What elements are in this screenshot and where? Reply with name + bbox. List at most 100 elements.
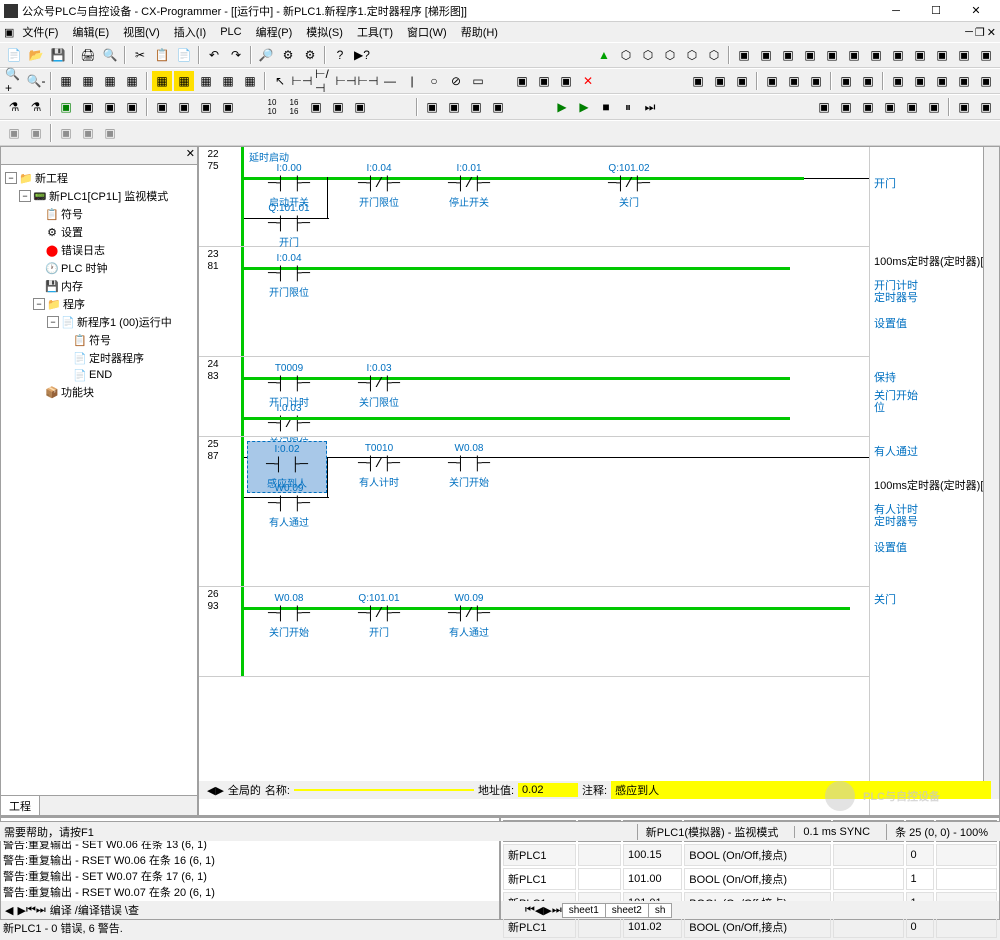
mdi-restore-icon[interactable]: ❐	[975, 26, 985, 39]
tree-funcblock[interactable]: 功能块	[61, 384, 94, 400]
tool-button[interactable]: ▣	[924, 97, 944, 117]
context-help-button[interactable]: ▶?	[352, 45, 372, 65]
tool-button[interactable]: ▦	[56, 71, 76, 91]
tree-memory[interactable]: 内存	[61, 278, 83, 294]
rung-25[interactable]: 25 87 I:0.02─┤ ├─感应到人 T0010─┤/├─有人计时 W0.…	[199, 437, 983, 587]
project-tree[interactable]: −📁新工程 −📟新PLC1[CP1L] 监视模式 📋符号 ⚙设置 ⬤错误日志 🕐…	[1, 165, 197, 795]
tool-button[interactable]: ⊢⊣	[336, 71, 356, 91]
tool-button[interactable]: ▣	[910, 71, 930, 91]
tool-button[interactable]: 1010	[262, 97, 282, 117]
contact-no-button[interactable]: ⊢⊣	[292, 71, 312, 91]
tool-button[interactable]: ▣	[866, 45, 886, 65]
tree-toggle[interactable]: −	[5, 172, 17, 184]
tool-button[interactable]: ▣	[976, 97, 996, 117]
tool-button[interactable]: ▣	[710, 71, 730, 91]
tool-button[interactable]: ▣	[814, 97, 834, 117]
close-button[interactable]: ✕	[956, 1, 996, 21]
tool-button[interactable]: ▣	[152, 97, 172, 117]
comment-field[interactable]: 感应到人	[611, 781, 991, 799]
tool-button[interactable]: ▣	[858, 97, 878, 117]
vline-button[interactable]: |	[402, 71, 422, 91]
redo-button[interactable]: ↷	[226, 45, 246, 65]
tool-button[interactable]: ▣	[734, 45, 754, 65]
tree-settings[interactable]: 设置	[61, 224, 83, 240]
tool-button[interactable]: ▣	[858, 71, 878, 91]
tree-root[interactable]: 新工程	[35, 170, 68, 186]
coil-nc-button[interactable]: ⊘	[446, 71, 466, 91]
tree-errorlog[interactable]: 错误日志	[61, 242, 105, 258]
tool-button[interactable]: ▣	[174, 97, 194, 117]
tool-button[interactable]: ▣	[306, 97, 326, 117]
tool-button[interactable]: ⊢⊣	[358, 71, 378, 91]
zoom-in-button[interactable]: 🔍+	[4, 71, 24, 91]
tool-button[interactable]: ▣	[56, 97, 76, 117]
tree-end[interactable]: END	[89, 369, 112, 381]
help-button[interactable]: ?	[330, 45, 350, 65]
cut-button[interactable]: ✂	[130, 45, 150, 65]
rung-23[interactable]: 23 81 I:0.04─┤ ├─开门限位 TIM 0009 0 BCD #30…	[199, 247, 983, 357]
tool-button[interactable]: ▦	[78, 71, 98, 91]
tool-button[interactable]: ▣	[976, 45, 996, 65]
menu-window[interactable]: 窗口(W)	[401, 22, 453, 42]
mdi-minimize-icon[interactable]: ─	[965, 26, 973, 39]
new-button[interactable]: 📄	[4, 45, 24, 65]
tool-button[interactable]: ▣	[762, 71, 782, 91]
tool-button[interactable]: ▣	[488, 97, 508, 117]
pointer-button[interactable]: ↖	[270, 71, 290, 91]
sheet-tab[interactable]: sheet2	[605, 903, 649, 918]
tool-button[interactable]: ⬡	[638, 45, 658, 65]
rung-26[interactable]: 26 93 W0.08─┤ ├─关门开始 Q:101.01─┤/├─开门 W0.…	[199, 587, 983, 677]
tree-sym2[interactable]: 符号	[89, 332, 111, 348]
tool-button[interactable]: ▣	[836, 97, 856, 117]
tool-button[interactable]: ⚙	[300, 45, 320, 65]
tool-button[interactable]: ▣	[932, 71, 952, 91]
menu-help[interactable]: 帮助(H)	[455, 22, 504, 42]
open-button[interactable]: 📂	[26, 45, 46, 65]
preview-button[interactable]: 🔍	[100, 45, 120, 65]
coil-button[interactable]: ○	[424, 71, 444, 91]
tool-button[interactable]: ▣	[756, 45, 776, 65]
tree-program1[interactable]: 新程序1 (00)运行中	[77, 314, 172, 330]
tool-button[interactable]: ▣	[880, 97, 900, 117]
online-button[interactable]: ▲	[594, 45, 614, 65]
tool-button[interactable]: ▣	[822, 45, 842, 65]
menu-program[interactable]: 编程(P)	[250, 22, 299, 42]
tool-button[interactable]: ⚗	[4, 97, 24, 117]
tool-button[interactable]: ⬡	[682, 45, 702, 65]
minimize-button[interactable]: ─	[876, 1, 916, 21]
tool-button[interactable]: ▣	[888, 71, 908, 91]
tool-button[interactable]: ▣	[784, 71, 804, 91]
tool-button[interactable]: ⬡	[616, 45, 636, 65]
tool-button[interactable]: ▣	[534, 71, 554, 91]
tool-button[interactable]: ▣	[422, 97, 442, 117]
tool-button[interactable]: ▣	[806, 71, 826, 91]
rung-24[interactable]: 24 83 T0009─┤ ├─开门计时 I:0.03─┤/├─关门限位 I:0…	[199, 357, 983, 437]
tree-toggle[interactable]: −	[19, 190, 31, 202]
tool-button[interactable]: ▣	[954, 97, 974, 117]
tool-button[interactable]: ▣	[836, 71, 856, 91]
menu-tools[interactable]: 工具(T)	[351, 22, 399, 42]
project-tab[interactable]: 工程	[1, 796, 40, 815]
tool-button[interactable]: ▣	[954, 45, 974, 65]
tool-button[interactable]: ▦	[174, 71, 194, 91]
tool-button[interactable]: ▣	[466, 97, 486, 117]
tool-button[interactable]: ▣	[888, 45, 908, 65]
tool-button[interactable]: ▣	[512, 71, 532, 91]
tree-programs[interactable]: 程序	[63, 296, 85, 312]
step-button[interactable]: ⏭	[640, 97, 660, 117]
run-button[interactable]: ▶	[552, 97, 572, 117]
tool-button[interactable]: ⚗	[26, 97, 46, 117]
tool-button[interactable]: ▣	[196, 97, 216, 117]
save-button[interactable]: 💾	[48, 45, 68, 65]
maximize-button[interactable]: ☐	[916, 1, 956, 21]
tool-button[interactable]: ▣	[100, 123, 120, 143]
tool-button[interactable]: ▣	[100, 97, 120, 117]
address-field[interactable]: 0.02	[518, 783, 578, 797]
tool-button[interactable]: ▣	[732, 71, 752, 91]
menu-insert[interactable]: 插入(I)	[168, 22, 212, 42]
vertical-scrollbar[interactable]	[983, 147, 999, 783]
tree-plcclock[interactable]: PLC 时钟	[61, 260, 107, 276]
instruction-button[interactable]: ▭	[468, 71, 488, 91]
output-tabs[interactable]: 编译 /编译错误 \查	[50, 902, 139, 918]
ladder-editor[interactable]: 22 75 延时启动 I:0.00─┤ ├─启动开关 I:0.04─┤/├─开门…	[198, 146, 1000, 816]
